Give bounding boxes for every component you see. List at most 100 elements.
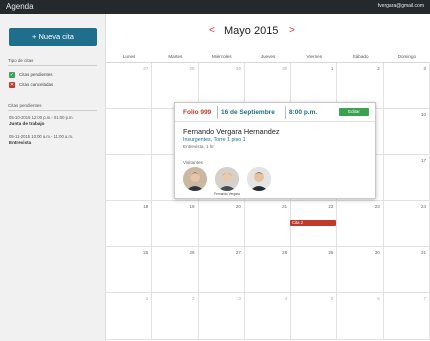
day-number: 7: [423, 296, 426, 301]
check-icon: ✓: [9, 71, 15, 78]
day-number: 21: [282, 204, 288, 209]
day-number: 28: [282, 250, 288, 255]
day-cell[interactable]: 25: [106, 247, 153, 293]
day-cell[interactable]: 21: [244, 201, 292, 247]
day-number: 3: [238, 296, 241, 301]
day-number: 18: [143, 204, 149, 209]
day-cell[interactable]: 31: [383, 247, 430, 293]
day-number: 2: [192, 296, 195, 301]
day-number: 17: [420, 158, 426, 163]
calendar-navigation: < Mayo 2015 >: [106, 22, 430, 42]
day-number: 29: [235, 66, 241, 71]
day-cell[interactable]: 24: [383, 201, 430, 247]
weekday-label: Jueves: [260, 54, 276, 59]
visitors-label: Visitantes: [183, 160, 203, 165]
day-number: 29: [328, 250, 334, 255]
sidebar-appointment[interactable]: 05-10-2015 12:00 p.m.- 01:00 p.m. Junta …: [9, 115, 74, 126]
day-number: 4: [284, 296, 288, 301]
pending-appointments-title: Citas pendientes: [8, 103, 42, 108]
day-cell[interactable]: 18: [106, 201, 153, 247]
day-cell[interactable]: 27: [106, 63, 153, 109]
event-chip[interactable]: Cita 2: [290, 220, 336, 226]
day-cell[interactable]: 10: [383, 109, 430, 155]
day-cell[interactable]: 28: [244, 247, 292, 293]
folio-number: Folio 999: [183, 109, 212, 116]
weekday-label: Domingo: [397, 54, 417, 59]
day-cell[interactable]: 27: [198, 247, 245, 293]
day-cell[interactable]: 7: [383, 293, 430, 340]
sidebar-appointment[interactable]: 05-11-2015 10:00 a.m.- 11:00 a.m. Entrev…: [9, 134, 73, 145]
day-number: 28: [189, 66, 195, 71]
day-number: 6: [377, 296, 380, 301]
weekday-label: Viernes: [306, 54, 323, 59]
appointment-name: Junta de trabajo: [9, 121, 45, 126]
user-email[interactable]: fvergara@gmail.com: [378, 3, 424, 9]
weekday-label: Sábado: [352, 54, 369, 59]
client-address[interactable]: Insurgentes, Torre 1 piso 1: [183, 137, 246, 143]
top-bar: Agenda fvergara@gmail.com: [0, 0, 430, 14]
day-cell[interactable]: 29: [291, 247, 338, 293]
sidebar: + Nueva cita Tipo de citas ✓ Citas pendi…: [0, 14, 106, 341]
appointment-popup: Folio 999 16 de Septiembre 8:00 p.m. Edi…: [174, 102, 376, 199]
divider: [8, 65, 97, 66]
new-appointment-button[interactable]: + Nueva cita: [9, 28, 97, 46]
day-cell[interactable]: 6: [337, 293, 384, 340]
edit-button[interactable]: Editar: [339, 108, 369, 116]
day-number: 23: [374, 204, 380, 209]
day-cell[interactable]: 17: [383, 155, 430, 201]
avatar: [183, 167, 207, 191]
appointment-date: 16 de Septiembre: [221, 109, 275, 116]
appointment-time: 05-10-2015 12:00 p.m.- 01:00 p.m.: [9, 115, 74, 120]
day-number: 10: [420, 112, 426, 117]
day-number: 3: [423, 66, 426, 71]
chevron-right-icon[interactable]: >: [289, 25, 295, 36]
avatar: [215, 167, 239, 191]
weekday-label: Martes: [168, 54, 183, 59]
month-title: Mayo 2015: [224, 25, 279, 37]
day-number: 1: [145, 296, 149, 301]
day-cell[interactable]: 26: [152, 247, 199, 293]
chevron-left-icon[interactable]: <: [209, 25, 215, 36]
day-cell[interactable]: 30: [337, 247, 384, 293]
visitor[interactable]: Fernando Vergara: [213, 167, 241, 196]
client-name: Fernando Vergara Hernandez: [183, 127, 280, 136]
day-cell[interactable]: 20: [198, 201, 245, 247]
weekday-header: Lunes Martes Miércoles Jueves Viernes Sá…: [106, 54, 430, 62]
appointment-time: 05-11-2015 10:00 a.m.- 11:00 a.m.: [9, 134, 74, 139]
legend-pending[interactable]: ✓ Citas pendientes: [9, 71, 53, 78]
weekday-label: Lunes: [122, 54, 136, 59]
day-cell[interactable]: [106, 109, 153, 155]
appointment-name: Entrevista: [9, 140, 32, 145]
day-number: 31: [420, 250, 426, 255]
day-number: 2: [377, 66, 380, 71]
day-number: 24: [420, 204, 426, 209]
appointment-duration: Entrevista, 1 hr: [183, 144, 214, 149]
day-cell[interactable]: 19: [152, 201, 199, 247]
visitor-name: Fernando Vergara: [214, 192, 240, 196]
app-title: Agenda: [6, 2, 34, 11]
visitor[interactable]: [245, 167, 273, 192]
day-number: 26: [189, 250, 195, 255]
day-number: 1: [330, 66, 334, 71]
day-number: 19: [189, 204, 195, 209]
cross-icon: ✕: [9, 81, 15, 88]
day-cell[interactable]: 5: [291, 293, 338, 340]
legend-pending-label: Citas pendientes: [19, 72, 53, 77]
day-cell[interactable]: 3: [198, 293, 245, 340]
day-cell[interactable]: 2: [152, 293, 199, 340]
day-number: 5: [330, 296, 334, 301]
day-cell[interactable]: [106, 155, 153, 201]
day-number: 20: [235, 204, 241, 209]
day-number: 27: [143, 66, 149, 71]
legend-cancelled[interactable]: ✕ Citas canceladas: [9, 81, 53, 88]
legend-cancelled-label: Citas canceladas: [19, 82, 54, 87]
day-cell[interactable]: 4: [244, 293, 292, 340]
day-cell[interactable]: 1: [106, 293, 153, 340]
day-number: 30: [282, 66, 288, 71]
visitor[interactable]: [181, 167, 209, 192]
day-number: 22: [328, 204, 334, 209]
day-cell[interactable]: 23: [337, 201, 384, 247]
appointment-types-title: Tipo de citas: [8, 58, 34, 63]
divider: [8, 110, 97, 111]
day-cell[interactable]: 3: [383, 63, 430, 109]
